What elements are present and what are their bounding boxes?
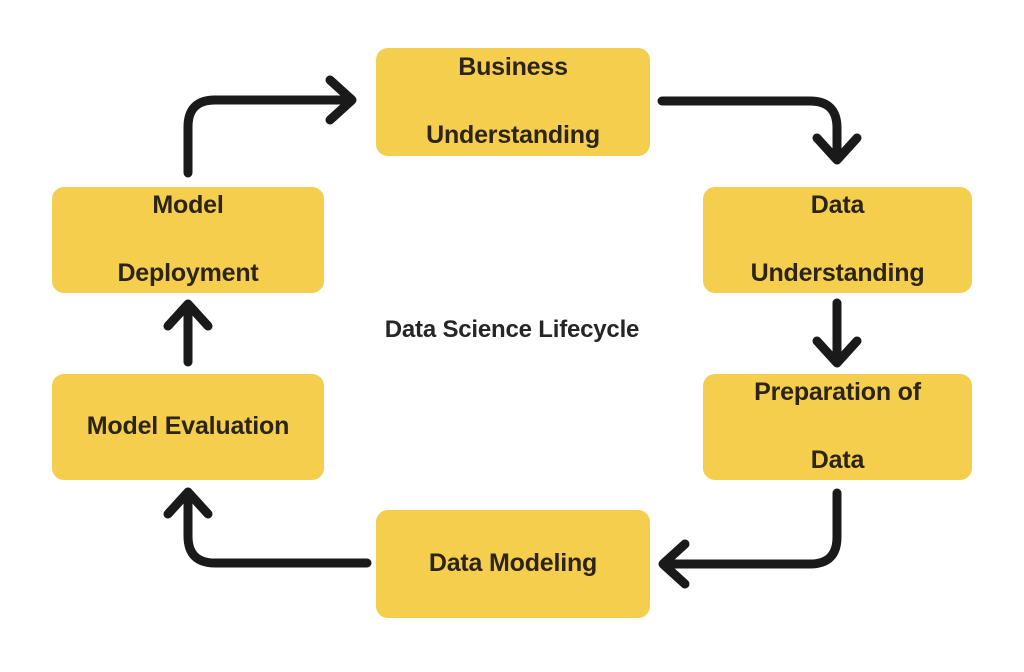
node-data-modeling-label: Data Modeling (428, 549, 598, 578)
node-preparation-of-data[interactable]: Preparation of Data (703, 374, 972, 480)
node-business-understanding-label: Business Understanding (386, 51, 640, 152)
diagram-title: Data Science Lifecycle (384, 316, 640, 343)
node-model-evaluation-label: Model Evaluation (86, 412, 290, 441)
node-data-understanding-label: Data Understanding (713, 189, 962, 290)
node-business-understanding-line1: Business (458, 53, 568, 82)
node-data-understanding[interactable]: Data Understanding (703, 187, 972, 293)
node-data-understanding-line1: Data (810, 191, 865, 220)
data-science-lifecycle-diagram: Business Understanding Data Understanding … (0, 0, 1024, 672)
node-model-deployment-label: Model Deployment (62, 189, 314, 290)
node-data-modeling[interactable]: Data Modeling (376, 510, 650, 618)
node-preparation-of-data-label: Preparation of Data (713, 376, 962, 477)
node-business-understanding[interactable]: Business Understanding (376, 48, 650, 156)
node-business-understanding-line2: Understanding (426, 120, 600, 149)
node-preparation-of-data-line2: Data (810, 445, 865, 474)
arrow-data-modeling-to-model-evaluation (163, 487, 372, 568)
arrow-model-deployment-to-business-understanding (183, 75, 357, 178)
node-model-deployment-line2: Deployment (117, 258, 259, 287)
node-model-deployment[interactable]: Model Deployment (52, 187, 324, 293)
node-preparation-of-data-line1: Preparation of (754, 378, 921, 407)
arrow-preparation-of-data-to-data-modeling (658, 488, 842, 589)
node-model-evaluation[interactable]: Model Evaluation (52, 374, 324, 480)
node-data-understanding-line2: Understanding (750, 258, 925, 287)
node-model-deployment-line1: Model (152, 191, 224, 220)
arrow-business-understanding-to-data-understanding (657, 96, 862, 165)
